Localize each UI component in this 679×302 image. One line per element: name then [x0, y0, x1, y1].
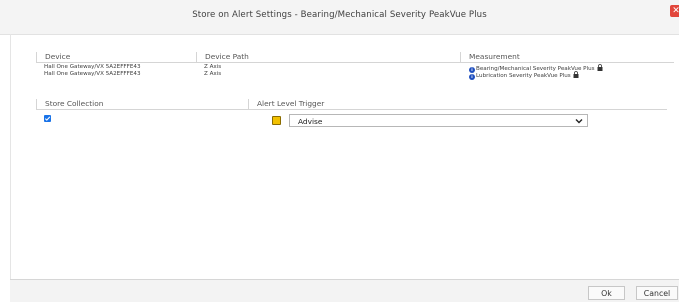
column-header-store-collection: Store Collection	[36, 99, 248, 109]
cancel-button[interactable]: Cancel	[636, 286, 678, 300]
alert-level-color-swatch	[272, 116, 281, 125]
dialog-left-border	[10, 34, 11, 279]
column-header-alert-level-trigger: Alert Level Trigger	[248, 99, 667, 109]
close-icon: ✕	[672, 6, 679, 16]
alert-level-trigger-select[interactable]: Advise	[289, 114, 588, 127]
column-header-device: Device	[36, 52, 196, 62]
lock-icon	[597, 64, 603, 71]
cell-device: Hall One Gateway/VX 5A2EFFFE43	[44, 64, 141, 70]
column-header-device-path: Device Path	[196, 52, 460, 62]
lock-icon	[573, 71, 579, 78]
column-header-measurement: Measurement	[460, 52, 674, 62]
close-button[interactable]: ✕	[670, 5, 679, 17]
cell-device-path: Z Axis	[204, 71, 222, 77]
check-icon	[44, 116, 51, 121]
measurement-label: Lubrication Severity PeakVue Plus	[476, 73, 571, 79]
dialog-title: Store on Alert Settings - Bearing/Mechan…	[192, 10, 487, 20]
settings-header: Store Collection Alert Level Trigger	[36, 99, 667, 110]
dialog-footer: Ok Cancel	[10, 279, 679, 302]
ok-button[interactable]: Ok	[588, 286, 625, 300]
info-icon[interactable]: i	[469, 74, 475, 80]
device-table-header: Device Device Path Measurement	[36, 52, 674, 63]
alert-settings-dialog: Store on Alert Settings - Bearing/Mechan…	[0, 0, 679, 302]
cell-measurement: i Lubrication Severity PeakVue Plus	[469, 71, 579, 80]
cell-device: Hall One Gateway/VX 5A2EFFFE43	[44, 71, 141, 77]
alert-level-trigger-value: Advise	[298, 117, 323, 126]
dialog-titlebar: Store on Alert Settings - Bearing/Mechan…	[0, 0, 679, 35]
store-collection-checkbox[interactable]	[44, 115, 51, 122]
cell-device-path: Z Axis	[204, 64, 222, 70]
chevron-down-icon	[575, 119, 583, 124]
